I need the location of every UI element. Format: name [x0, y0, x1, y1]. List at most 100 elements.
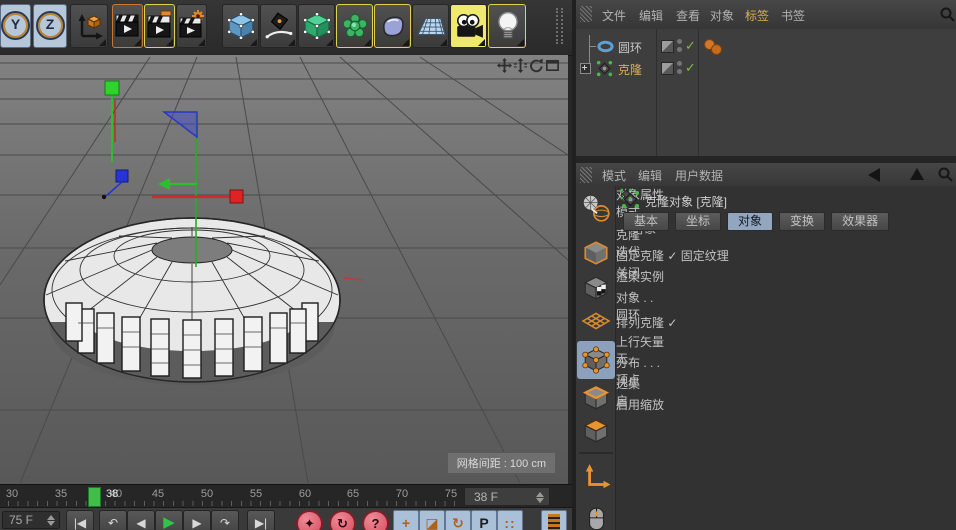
spline-pen-button[interactable]	[260, 4, 297, 48]
axis-lock-y-button[interactable]: Y	[0, 4, 31, 48]
viewport-pan-icon[interactable]	[497, 58, 512, 73]
viewport-zoom-icon[interactable]	[513, 58, 528, 73]
menu-view[interactable]: 查看	[676, 7, 700, 24]
cube-primitive-icon	[226, 11, 256, 41]
scale-slider-handle[interactable]	[616, 413, 633, 426]
add-cube-primitive-button[interactable]	[222, 4, 259, 48]
key-position-toggle[interactable]: +	[393, 510, 419, 530]
bottom-toolbar: 75 F |◀ ↶ ◀ ▶ ▶ ↷ ▶| ✦ ↻ ? + ◪ ↻ P ::	[0, 507, 572, 530]
tab-effectors[interactable]: 效果器	[831, 212, 889, 231]
timeline-tick-label: 65	[347, 488, 359, 500]
tab-transform[interactable]: 变换	[779, 212, 825, 231]
object-row-torus[interactable]: 圆环 ✓	[576, 36, 956, 57]
floor-grid-icon	[416, 11, 446, 41]
end-frame-field[interactable]: 75 F	[2, 511, 60, 529]
goto-end-button[interactable]: ▶|	[247, 510, 275, 530]
mograph-cloner-button[interactable]	[336, 4, 373, 48]
current-frame-field[interactable]: 38 F	[464, 487, 550, 506]
toolbar-grip[interactable]	[556, 8, 563, 44]
layer-swatch[interactable]	[661, 40, 674, 53]
timeline-window-button[interactable]	[541, 510, 567, 530]
fix-texture-label: 固定纹理	[681, 249, 729, 263]
render-settings-gear-icon	[179, 10, 205, 42]
expand-toggle-icon[interactable]	[580, 63, 591, 74]
previous-key-button[interactable]: ◀	[127, 510, 155, 530]
menu-edit[interactable]: 编辑	[638, 167, 662, 184]
key-scale-toggle[interactable]: ◪	[419, 510, 445, 530]
play-backwards-button[interactable]: ↶	[99, 510, 127, 530]
texture-mode-icon[interactable]	[580, 273, 612, 303]
camera-button[interactable]	[450, 4, 487, 48]
floor-environment-button[interactable]	[412, 4, 449, 48]
object-row-cloner[interactable]: 克隆 ✓	[576, 58, 956, 79]
menu-bookmarks[interactable]: 书签	[781, 7, 805, 24]
play-forwards-button[interactable]: ↷	[211, 510, 239, 530]
visibility-dot-render[interactable]	[677, 69, 682, 74]
timeline-playhead[interactable]	[88, 487, 101, 507]
material-tag-icon[interactable]	[711, 44, 722, 55]
arrange-clone-checkbox[interactable]: ✓	[667, 316, 677, 330]
menu-mode[interactable]: 模式	[602, 167, 626, 184]
search-icon[interactable]	[938, 167, 953, 182]
key-parameter-toggle[interactable]: P	[471, 510, 497, 530]
menu-edit[interactable]: 编辑	[639, 7, 663, 24]
layer-swatch[interactable]	[661, 62, 674, 75]
coordinate-system-button[interactable]	[70, 4, 108, 48]
search-icon[interactable]	[940, 7, 955, 22]
frame-stepper[interactable]	[536, 491, 545, 504]
metaball-button[interactable]	[374, 4, 411, 48]
polygon-mode-icon[interactable]	[580, 416, 612, 446]
keyframe-selection-button[interactable]: ?	[362, 510, 389, 530]
edge-mode-icon[interactable]	[580, 383, 612, 413]
key-pla-toggle[interactable]: ::	[497, 510, 523, 530]
axis-lock-z-button[interactable]: Z	[33, 4, 67, 48]
playhead-frame-label: 38	[106, 488, 118, 500]
subdivision-surface-button[interactable]	[298, 4, 335, 48]
menu-file[interactable]: 文件	[602, 7, 626, 24]
play-button[interactable]: ▶	[155, 510, 183, 530]
make-editable-icon[interactable]	[580, 189, 612, 227]
enable-axis-icon[interactable]	[580, 462, 612, 492]
panel-grip[interactable]	[580, 167, 592, 183]
viewport-3d[interactable]: 网格间距 : 100 cm	[0, 55, 568, 484]
timeline-tick-label: 30	[6, 488, 18, 500]
enabled-check[interactable]: ✓	[685, 38, 696, 54]
history-up-icon[interactable]	[910, 168, 924, 180]
light-button[interactable]	[488, 4, 526, 48]
key-rotation-toggle[interactable]: ↻	[445, 510, 471, 530]
attr-row-fix: 固定克隆 ✓ 固定纹理 关闭	[616, 247, 956, 268]
render-picture-viewer-button[interactable]	[144, 4, 175, 48]
workplane-mode-icon[interactable]	[580, 308, 612, 334]
visibility-dot-editor[interactable]	[677, 61, 682, 66]
object-name[interactable]: 克隆	[618, 61, 642, 78]
enabled-check[interactable]: ✓	[685, 60, 696, 76]
points-mode-icon[interactable]	[580, 345, 612, 375]
tab-object[interactable]: 对象	[727, 212, 773, 231]
next-key-button[interactable]: ▶	[183, 510, 211, 530]
attribute-manager: 克隆对象 [克隆] 基本坐标对象变换效果器 对象属性 模式 对象	[616, 186, 956, 530]
coordinate-axes-icon	[74, 11, 104, 41]
menu-tags[interactable]: 标签	[745, 7, 769, 24]
record-keyframe-button[interactable]: ✦	[296, 510, 323, 530]
visibility-dot-editor[interactable]	[677, 39, 682, 44]
fix-clone-checkbox[interactable]: ✓	[667, 249, 677, 263]
tab-basic[interactable]: 基本	[623, 212, 669, 231]
viewport-maximize-icon[interactable]	[545, 58, 560, 73]
end-frame-stepper[interactable]	[47, 514, 56, 527]
timeline-ruler[interactable]: 30 35 40 45 50 55 60 65 70 75 38 38 F	[0, 484, 572, 507]
object-name[interactable]: 圆环	[618, 39, 642, 56]
menu-user-data[interactable]: 用户数据	[675, 167, 723, 184]
history-back-icon[interactable]	[868, 168, 880, 182]
goto-start-button[interactable]: |◀	[66, 510, 94, 530]
autokey-button[interactable]: ↻	[329, 510, 356, 530]
object-tree: 圆环 ✓ 克隆 ✓	[576, 29, 956, 156]
render-view-button[interactable]	[112, 4, 143, 48]
viewport-rotate-icon[interactable]	[529, 58, 544, 73]
menu-object[interactable]: 对象	[710, 7, 734, 24]
viewport-solo-mouse-icon[interactable]	[580, 505, 612, 530]
tab-coordinates[interactable]: 坐标	[675, 212, 721, 231]
visibility-dot-render[interactable]	[677, 47, 682, 52]
panel-grip[interactable]	[580, 6, 592, 22]
render-settings-button[interactable]	[176, 4, 207, 48]
model-mode-icon[interactable]	[580, 238, 612, 268]
